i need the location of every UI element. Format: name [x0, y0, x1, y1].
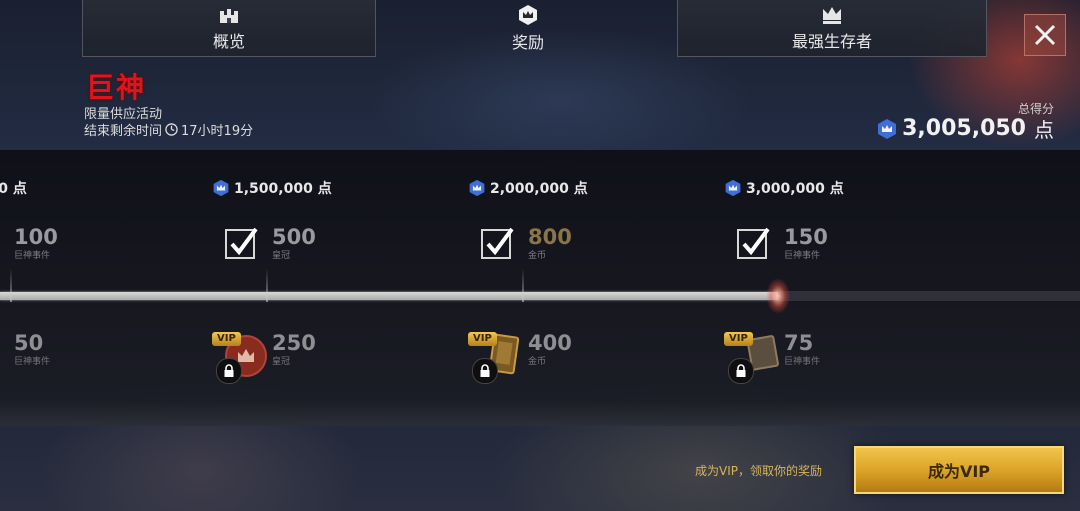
reward-tier: 3,000,000 点 150 巨神事件 VIP 75 巨神事件: [724, 150, 984, 426]
tab-strongest-survivor[interactable]: 最强生存者: [677, 0, 987, 57]
claimed-check-icon: [737, 227, 770, 259]
tier-points-value: 3,000,000 点: [746, 181, 844, 197]
time-value: 17小时19分: [181, 124, 254, 139]
premium-reward-amount: 400: [528, 331, 572, 355]
tab-rewards[interactable]: 奖励: [430, 0, 626, 56]
total-score: 3,005,050 点: [876, 114, 1054, 143]
crown-icon: [823, 6, 841, 24]
premium-reward: 250 皇冠: [272, 332, 316, 367]
premium-reward: 400 金币: [528, 332, 572, 367]
total-score-value: 3,005,050: [902, 116, 1026, 141]
tier-points: 1,500,000 点: [212, 178, 332, 198]
tier-points-value: 1,500,000 点: [234, 181, 332, 197]
points-icon: [878, 118, 897, 139]
free-reward-amount: 500: [272, 225, 316, 249]
premium-reward-amount: 75: [784, 331, 814, 355]
clock-icon: [165, 123, 178, 136]
points-icon: [469, 179, 485, 197]
tab-rewards-label: 奖励: [511, 32, 544, 52]
premium-reward-label: 皇冠: [272, 357, 291, 367]
free-reward-amount: 150: [784, 225, 828, 249]
tab-overview[interactable]: 概览: [82, 0, 376, 57]
premium-reward-label: 巨神事件: [14, 357, 51, 367]
vip-hint-text: 成为VIP，领取你的奖励: [695, 464, 822, 478]
free-reward-label: 金币: [528, 251, 547, 261]
free-reward-label: 皇冠: [272, 251, 291, 261]
close-icon: [1034, 24, 1056, 46]
lock-icon: [472, 358, 498, 384]
event-title: 巨神: [86, 71, 147, 104]
tier-points-value: 2,000,000 点: [490, 181, 588, 197]
lock-icon: [216, 358, 242, 384]
event-time-remaining: 结束剩余时间 17小时19分: [84, 120, 253, 139]
become-vip-button[interactable]: 成为VIP: [854, 446, 1064, 494]
tier-points: 2,000,000 点: [468, 178, 588, 198]
total-score-unit: 点: [1034, 118, 1054, 142]
free-reward-amount: 800: [528, 225, 572, 249]
claimed-check-icon: [481, 227, 514, 259]
castle-icon: [220, 8, 238, 23]
time-label: 结束剩余时间: [84, 124, 163, 139]
tier-divider: [266, 268, 268, 302]
vip-badge: VIP: [212, 332, 241, 346]
reward-tier: 2,000,000 点 800 金币 VIP 400 金币: [468, 150, 728, 426]
premium-reward: 50 巨神事件: [14, 332, 50, 367]
vip-badge: VIP: [724, 332, 753, 346]
tier-points: 00,000 点: [0, 178, 27, 198]
tier-points-value: 00,000 点: [0, 181, 27, 197]
free-reward: 100 巨神事件: [14, 226, 58, 261]
claimed-check-icon: [225, 227, 258, 259]
tier-divider: [522, 268, 524, 302]
free-reward: 800 金币: [528, 226, 572, 261]
close-button[interactable]: [1024, 14, 1066, 56]
lock-icon: [728, 358, 754, 384]
tier-points: 3,000,000 点: [724, 178, 844, 198]
tier-divider: [10, 268, 12, 302]
free-reward: 500 皇冠: [272, 226, 316, 261]
free-reward-label: 巨神事件: [784, 251, 821, 261]
premium-reward-label: 巨神事件: [784, 357, 821, 367]
free-reward-amount: 100: [14, 225, 58, 249]
premium-reward-amount: 250: [272, 331, 316, 355]
vip-badge: VIP: [468, 332, 497, 346]
free-reward: 150 巨神事件: [784, 226, 828, 261]
reward-tier: 00,000 点 100 巨神事件 50 巨神事件: [0, 150, 214, 426]
premium-reward-label: 金币: [528, 357, 547, 367]
tab-overview-label: 概览: [212, 31, 245, 51]
points-icon: [213, 179, 229, 197]
reward-tier: 1,500,000 点 500 皇冠 VIP 250 皇冠: [212, 150, 472, 426]
points-icon: [725, 179, 741, 197]
tab-survivor-label: 最强生存者: [791, 31, 872, 51]
premium-reward-amount: 50: [14, 331, 44, 355]
premium-reward: 75 巨神事件: [784, 332, 820, 367]
free-reward-label: 巨神事件: [14, 251, 51, 261]
crown-badge-icon: [519, 4, 537, 25]
game-screen: 概览 奖励 最强生存者 巨神 限量供应活动 结束剩余时间 17小时19分 总得分: [0, 0, 1080, 511]
